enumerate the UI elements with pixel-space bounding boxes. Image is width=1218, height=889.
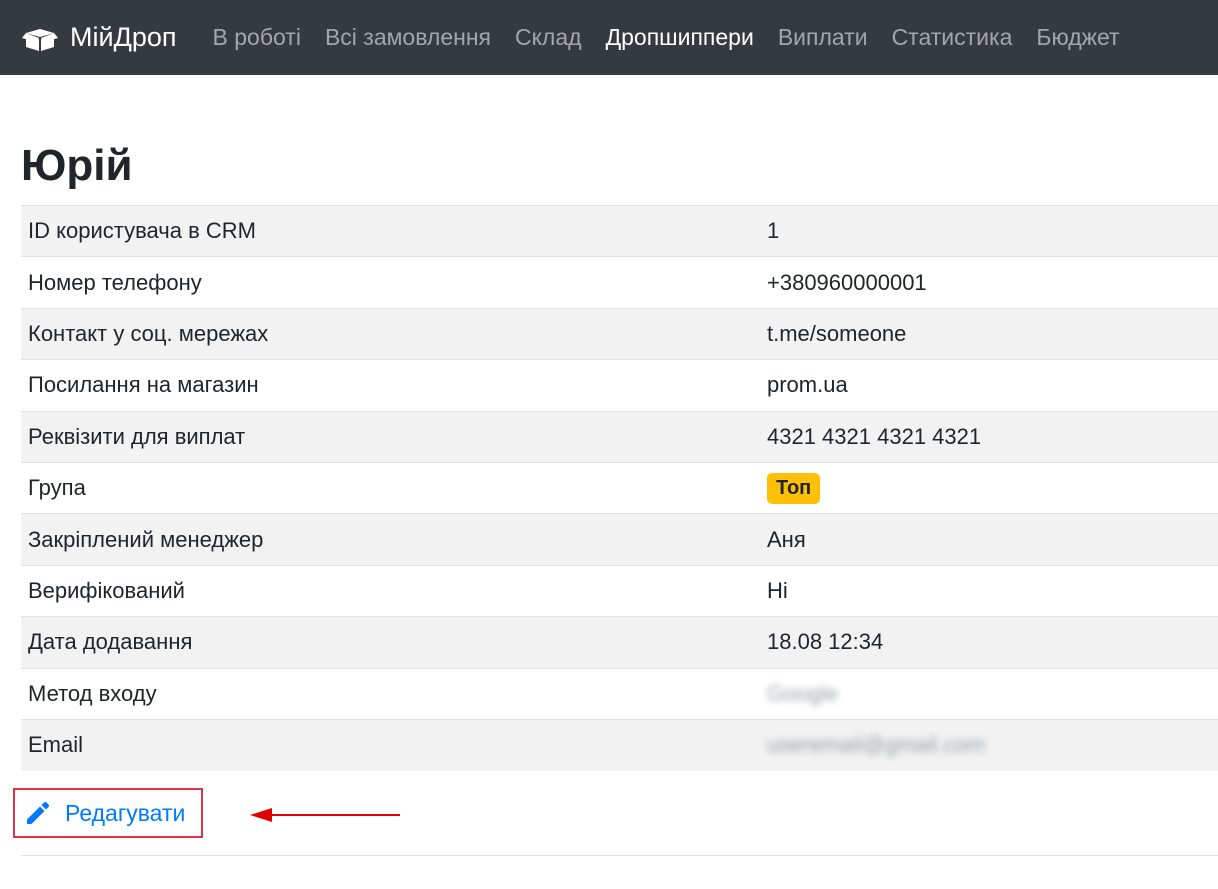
- row-value: useremail@gmail.com: [760, 718, 1218, 771]
- group-badge: Топ: [767, 472, 821, 504]
- nav-item-budget[interactable]: Бюджет: [1036, 24, 1119, 51]
- brand-name: МійДроп: [70, 22, 177, 52]
- nav-item-all-orders[interactable]: Всі замовлення: [325, 24, 491, 51]
- table-row: Метод входу Google: [21, 667, 1218, 720]
- nav-item-statistics[interactable]: Статистика: [892, 24, 1013, 51]
- row-label: Закріплений менеджер: [21, 513, 760, 566]
- row-label: Реквізити для виплат: [21, 410, 760, 463]
- row-label: Посилання на магазин: [21, 359, 760, 412]
- pencil-icon: [27, 801, 50, 824]
- login-method-value-blurred: Google: [767, 680, 838, 706]
- row-value: 18.08 12:34: [760, 616, 1218, 669]
- row-label: Контакт у соц. мережах: [21, 307, 760, 360]
- red-arrow-pointer-icon: [250, 808, 400, 822]
- row-label: Група: [21, 461, 760, 514]
- nav-item-warehouse[interactable]: Склад: [515, 24, 582, 51]
- table-row: Email useremail@gmail.com: [21, 718, 1218, 771]
- row-value: t.me/someone: [760, 307, 1218, 360]
- row-label: ID користувача в CRM: [21, 204, 760, 257]
- edit-button[interactable]: Редагувати: [13, 788, 203, 838]
- edit-button-label: Редагувати: [65, 799, 186, 826]
- row-label: Верифікований: [21, 564, 760, 617]
- row-value: 1: [760, 204, 1218, 257]
- nav-item-dropshippers[interactable]: Дропшиппери: [606, 24, 754, 51]
- row-label: Email: [21, 718, 760, 771]
- table-row: Верифікований Ні: [21, 564, 1218, 617]
- top-navbar: МійДроп В роботі Всі замовлення Склад Др…: [0, 0, 1218, 75]
- row-value: 4321 4321 4321 4321: [760, 410, 1218, 463]
- brand-link[interactable]: МійДроп: [22, 22, 177, 53]
- table-row: Посилання на магазин prom.ua: [21, 359, 1218, 412]
- row-value: Ні: [760, 564, 1218, 617]
- table-row: Контакт у соц. мережах t.me/someone: [21, 307, 1218, 360]
- table-row: Номер телефону +380960000001: [21, 256, 1218, 309]
- table-row: ID користувача в CRM 1: [21, 204, 1218, 257]
- email-value-blurred: useremail@gmail.com: [767, 732, 985, 758]
- divider: [21, 855, 1218, 856]
- open-box-icon: [22, 28, 58, 51]
- table-row: Дата додавання 18.08 12:34: [21, 616, 1218, 669]
- row-label: Дата додавання: [21, 616, 760, 669]
- row-value: Топ: [760, 461, 1218, 514]
- table-row: Закріплений менеджер Аня: [21, 513, 1218, 566]
- row-label: Номер телефону: [21, 256, 760, 309]
- table-row: Реквізити для виплат 4321 4321 4321 4321: [21, 410, 1218, 463]
- row-value: Google: [760, 667, 1218, 720]
- row-value: +380960000001: [760, 256, 1218, 309]
- row-label: Метод входу: [21, 667, 760, 720]
- nav-item-in-progress[interactable]: В роботі: [213, 24, 301, 51]
- dropshipper-details-table: ID користувача в CRM 1 Номер телефону +3…: [21, 204, 1218, 771]
- table-row: Група Топ: [21, 461, 1218, 514]
- row-value: Аня: [760, 513, 1218, 566]
- nav-item-payouts[interactable]: Виплати: [778, 24, 868, 51]
- row-value: prom.ua: [760, 359, 1218, 412]
- page-title: Юрій: [21, 141, 133, 190]
